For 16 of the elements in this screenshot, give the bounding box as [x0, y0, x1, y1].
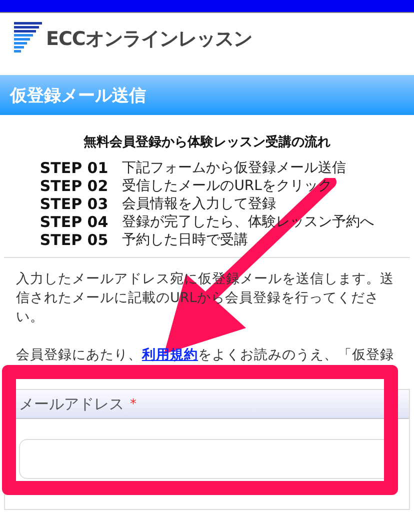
step-label: STEP 01 [40, 159, 108, 177]
step-text: 受信したメールのURLをクリック [122, 177, 333, 195]
logo-text: ECCオンラインレッスン [46, 27, 252, 52]
required-mark-icon: * [130, 396, 136, 412]
page-title: 仮登録メール送信 [10, 84, 146, 106]
flow-title: 無料会員登録から体験レッスン受講の流れ [84, 134, 330, 151]
step-text: 下記フォームから仮登録メール送信 [122, 159, 348, 177]
step-label: STEP 03 [40, 195, 108, 213]
step-label: STEP 02 [40, 177, 108, 195]
terms-link[interactable]: 利用規約 [142, 347, 198, 363]
terms-text: 会員登録にあたり、利用規約をよくお読みのうえ、「仮登録 [16, 346, 395, 365]
step-label: STEP 04 [40, 213, 108, 231]
step-label: STEP 05 [40, 231, 108, 249]
step-text: 予約した日時で受講 [122, 231, 250, 249]
step-text: 会員情報を入力して登録 [122, 195, 278, 213]
field-label: メールアドレス [19, 394, 124, 414]
